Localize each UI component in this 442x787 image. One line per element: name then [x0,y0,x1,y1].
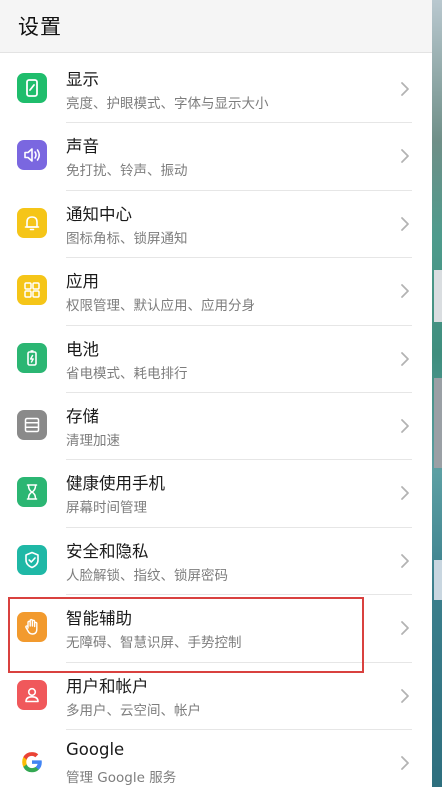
hand-icon [17,612,47,643]
settings-item-label: 存储 [66,406,99,426]
app-header: 设置 [0,0,432,53]
hourglass-icon [17,477,47,508]
settings-screen: 设置 显示 亮度、护眼模式、字体与显示大小 声音 免打扰、铃声、振动 通知中心 … [0,0,442,787]
settings-item-battery[interactable]: 电池 省电模式、耗电排行 [0,326,432,393]
apps-grid-icon [17,275,47,306]
background-edge-strip [432,0,442,787]
settings-item-label: 安全和隐私 [66,541,149,561]
storage-icon [17,409,47,440]
shield-icon [17,544,47,575]
settings-item-label: 显示 [66,70,99,89]
google-icon [17,746,47,777]
bell-icon [17,207,47,238]
chevron-right-icon [401,82,409,96]
settings-list: 显示 亮度、护眼模式、字体与显示大小 声音 免打扰、铃声、振动 通知中心 图标角… [0,56,432,787]
edge-widget [434,378,442,468]
settings-item-label: 智能辅助 [66,609,132,629]
settings-item-subtitle: 无障碍、智慧识屏、手势控制 [66,635,242,652]
settings-item-subtitle: 多用户、云空间、帐户 [66,702,201,719]
settings-item-subtitle: 图标角标、锁屏通知 [66,230,188,247]
chevron-right-icon [401,284,409,299]
chevron-right-icon [401,756,409,770]
edge-widget [434,270,442,322]
speaker-icon [17,140,47,171]
settings-item-assist[interactable]: 智能辅助 无障碍、智慧识屏、手势控制 [0,595,432,663]
settings-item-label: 声音 [66,137,99,157]
chevron-right-icon [401,216,409,231]
settings-item-subtitle: 免打扰、铃声、振动 [66,163,188,180]
chevron-right-icon [401,419,409,433]
user-icon [17,679,47,710]
settings-item-label: Google [66,739,125,759]
settings-item-security[interactable]: 安全和隐私 人脸解锁、指纹、锁屏密码 [0,528,432,596]
settings-item-label: 应用 [66,272,99,292]
battery-icon [17,342,47,373]
settings-item-notification[interactable]: 通知中心 图标角标、锁屏通知 [0,191,432,259]
settings-item-sound[interactable]: 声音 免打扰、铃声、振动 [0,123,432,191]
chevron-right-icon [401,486,409,501]
chevron-right-icon [401,351,409,366]
page-title: 设置 [18,15,62,39]
chevron-right-icon [401,621,409,636]
settings-item-label: 通知中心 [66,204,132,224]
settings-item-label: 健康使用手机 [66,474,165,494]
chevron-right-icon [401,688,409,703]
settings-item-health[interactable]: 健康使用手机 屏幕时间管理 [0,460,432,528]
display-icon [17,73,47,103]
settings-item-accounts[interactable]: 用户和帐户 多用户、云空间、帐户 [0,663,432,730]
settings-item-subtitle: 人脸解锁、指纹、锁屏密码 [66,567,228,584]
settings-item-storage[interactable]: 存储 清理加速 [0,393,432,461]
settings-item-google[interactable]: Google 管理 Google 服务 [0,730,432,787]
settings-item-subtitle: 权限管理、默认应用、应用分身 [66,298,255,315]
settings-item-label: 电池 [66,339,99,359]
settings-item-subtitle: 省电模式、耗电排行 [66,365,188,382]
settings-item-subtitle: 亮度、护眼模式、字体与显示大小 [66,96,269,112]
settings-item-subtitle: 清理加速 [66,432,120,449]
edge-widget [434,560,442,600]
settings-item-subtitle: 管理 Google 服务 [66,769,177,786]
settings-item-display[interactable]: 显示 亮度、护眼模式、字体与显示大小 [0,56,432,124]
settings-item-label: 用户和帐户 [66,676,149,696]
chevron-right-icon [401,149,409,164]
settings-item-subtitle: 屏幕时间管理 [66,500,147,517]
settings-item-apps[interactable]: 应用 权限管理、默认应用、应用分身 [0,258,432,326]
chevron-right-icon [401,553,409,568]
